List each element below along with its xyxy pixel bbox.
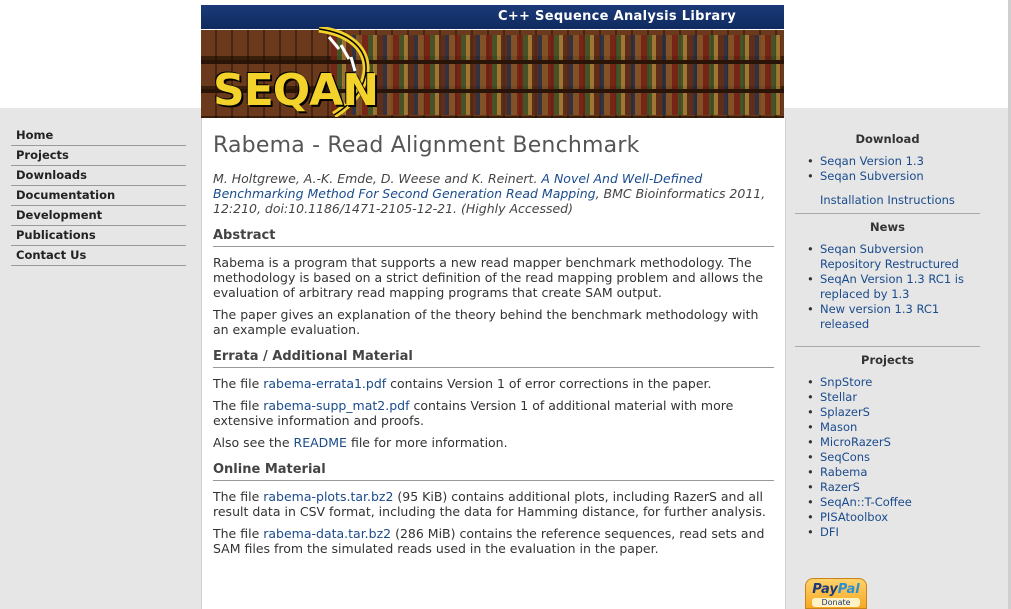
online-paragraph: The file rabema-data.tar.bz2 (286 MiB) c… — [213, 526, 774, 556]
list-item: Rabema — [807, 465, 980, 480]
left-navigation: Home Projects Downloads Documentation De… — [11, 126, 186, 266]
abstract-paragraph: The paper gives an explanation of the th… — [213, 307, 759, 337]
project-link[interactable]: SplazerS — [820, 405, 870, 419]
installation-instructions-link[interactable]: Installation Instructions — [820, 193, 955, 207]
project-link[interactable]: Mason — [820, 420, 857, 434]
banner-subtitle: C++ Sequence Analysis Library — [497, 9, 736, 24]
sidebar-heading-download: Download — [855, 132, 920, 146]
download-link[interactable]: Seqan Subversion — [820, 169, 924, 183]
site-banner: C++ Sequence Analysis Library SEQAN — [201, 5, 784, 118]
seqan-logo[interactable]: SEQAN — [209, 27, 379, 117]
list-item: SnpStore — [807, 375, 980, 390]
errata-pdf-link[interactable]: rabema-errata1.pdf — [263, 376, 386, 391]
download-list: Seqan Version 1.3 Seqan Subversion — [795, 154, 980, 184]
plots-archive-link[interactable]: rabema-plots.tar.bz2 — [263, 489, 393, 504]
nav-development[interactable]: Development — [11, 206, 186, 226]
project-link[interactable]: Rabema — [820, 465, 867, 479]
data-archive-link[interactable]: rabema-data.tar.bz2 — [263, 526, 391, 541]
text: The file — [213, 489, 264, 504]
list-item: Seqan Subversion — [807, 169, 980, 184]
list-item: SeqAn Version 1.3 RC1 is replaced by 1.3 — [807, 272, 980, 302]
news-link[interactable]: New version 1.3 RC1 released — [820, 302, 939, 331]
divider — [795, 346, 980, 347]
section-heading-abstract: Abstract — [213, 228, 774, 247]
download-link[interactable]: Seqan Version 1.3 — [820, 154, 924, 168]
page-title: Rabema - Read Alignment Benchmark — [213, 133, 640, 158]
installation-instructions: Installation Instructions — [820, 193, 980, 207]
errata-paragraph: The file rabema-errata1.pdf contains Ver… — [213, 376, 774, 391]
project-link[interactable]: SnpStore — [820, 375, 872, 389]
divider — [795, 213, 980, 214]
nav-contact-us[interactable]: Contact Us — [11, 246, 186, 266]
project-link[interactable]: PISAtoolbox — [820, 510, 888, 524]
projects-list: SnpStore Stellar SplazerS Mason MicroRaz… — [795, 375, 980, 540]
project-link[interactable]: RazerS — [820, 480, 860, 494]
paypal-donate-button[interactable]: PayPal Donate — [805, 578, 867, 609]
online-paragraph: The file rabema-plots.tar.bz2 (95 KiB) c… — [213, 489, 774, 519]
text: Also see the — [213, 435, 294, 450]
section-heading-online: Online Material — [213, 462, 774, 481]
text: The file — [213, 526, 264, 541]
news-link[interactable]: Seqan Subversion Repository Restructured — [820, 242, 959, 271]
list-item: Seqan Version 1.3 — [807, 154, 980, 169]
abstract-paragraph: Rabema is a program that supports a new … — [213, 255, 764, 300]
sidebar-heading-news: News — [870, 220, 905, 234]
supp-mat-pdf-link[interactable]: rabema-supp_mat2.pdf — [263, 398, 409, 413]
nav-publications[interactable]: Publications — [11, 226, 186, 246]
list-item: DFI — [807, 525, 980, 540]
nav-projects[interactable]: Projects — [11, 146, 186, 166]
project-link[interactable]: DFI — [820, 525, 839, 539]
list-item: Seqan Subversion Repository Restructured — [807, 242, 980, 272]
list-item: Stellar — [807, 390, 980, 405]
list-item: SplazerS — [807, 405, 980, 420]
list-item: SeqCons — [807, 450, 980, 465]
project-link[interactable]: MicroRazerS — [820, 435, 891, 449]
banner-books — [331, 35, 781, 115]
list-item: SeqAn::T-Coffee — [807, 495, 980, 510]
paypal-logo: PayPal — [806, 582, 866, 597]
nav-downloads[interactable]: Downloads — [11, 166, 186, 186]
nav-documentation[interactable]: Documentation — [11, 186, 186, 206]
section-heading-errata: Errata / Additional Material — [213, 349, 774, 368]
paypal-logo-b: Pal — [837, 582, 860, 597]
right-sidebar: Download Seqan Version 1.3 Seqan Subvers… — [795, 126, 980, 540]
nav-home[interactable]: Home — [11, 126, 186, 146]
list-item: MicroRazerS — [807, 435, 980, 450]
content-body: Rabema - Read Alignment Benchmark M. Hol… — [213, 133, 774, 563]
text: contains Version 1 of error corrections … — [386, 376, 712, 391]
project-link[interactable]: Stellar — [820, 390, 857, 404]
text: The file — [213, 398, 264, 413]
main-content: Rabema - Read Alignment Benchmark M. Hol… — [201, 118, 786, 609]
donate-label: Donate — [812, 598, 860, 607]
project-link[interactable]: SeqCons — [820, 450, 870, 464]
news-list: Seqan Subversion Repository Restructured… — [795, 242, 980, 332]
sidebar-heading-projects: Projects — [861, 353, 914, 367]
citation-authors: M. Holtgrewe, A.-K. Emde, D. Weese and K… — [213, 171, 538, 186]
list-item: Mason — [807, 420, 980, 435]
text: file for more information. — [346, 435, 508, 450]
list-item: RazerS — [807, 480, 980, 495]
errata-paragraph: Also see the README file for more inform… — [213, 435, 774, 450]
list-item: PISAtoolbox — [807, 510, 980, 525]
logo-wordmark: SEQAN — [213, 65, 379, 116]
readme-link[interactable]: README — [294, 435, 347, 450]
citation: M. Holtgrewe, A.-K. Emde, D. Weese and K… — [213, 171, 774, 216]
news-link[interactable]: SeqAn Version 1.3 RC1 is replaced by 1.3 — [820, 272, 964, 301]
text: The file — [213, 376, 264, 391]
paypal-logo-a: Pay — [812, 582, 838, 597]
errata-paragraph: The file rabema-supp_mat2.pdf contains V… — [213, 398, 774, 428]
project-link[interactable]: SeqAn::T-Coffee — [820, 495, 912, 509]
list-item: New version 1.3 RC1 released — [807, 302, 980, 332]
